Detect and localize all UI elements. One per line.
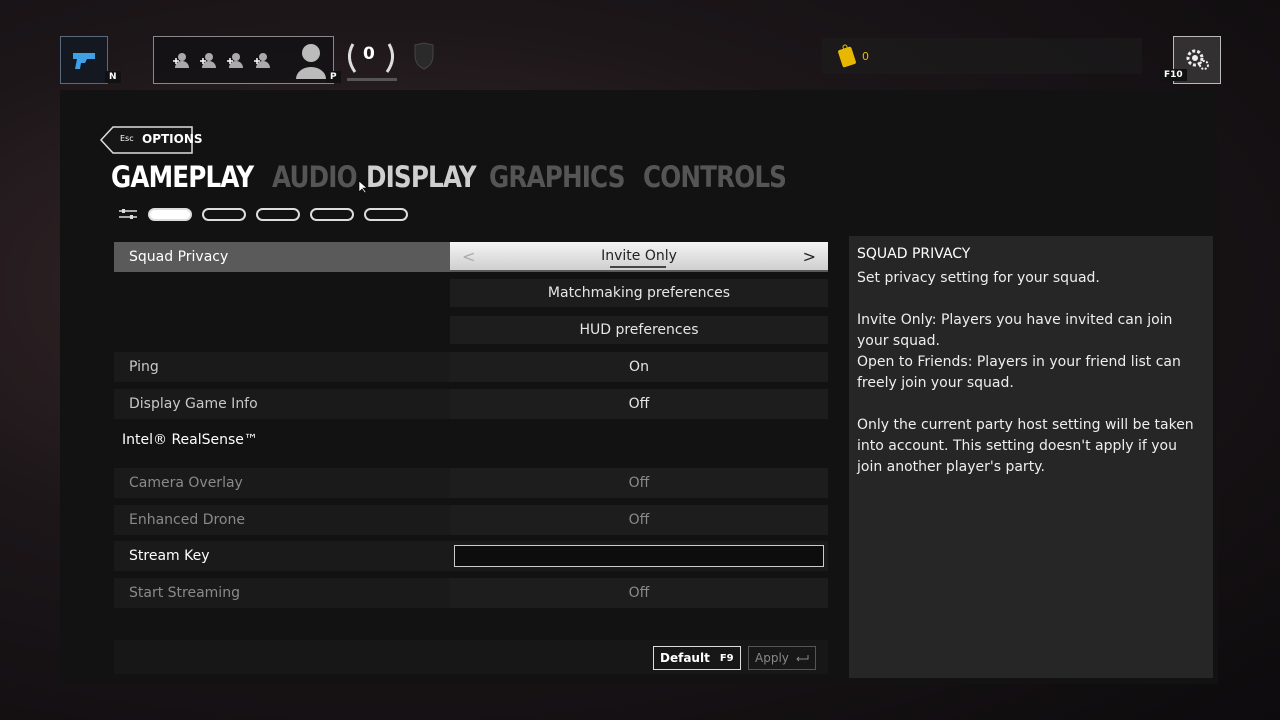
- matchmaking-button[interactable]: Matchmaking preferences: [450, 279, 828, 307]
- setting-hud[interactable]: HUD preferences: [114, 316, 828, 346]
- settings-key: F10: [1160, 69, 1187, 81]
- squad-panel[interactable]: P: [153, 36, 341, 84]
- start-streaming-value: Off: [450, 578, 828, 608]
- page-indicator[interactable]: [310, 207, 354, 221]
- stream-key-input[interactable]: [454, 545, 824, 567]
- page-indicator[interactable]: [148, 207, 192, 221]
- setting-label: Stream Key: [129, 548, 210, 564]
- tab-controls[interactable]: CONTROLS: [643, 160, 787, 194]
- back-key: Esc: [120, 134, 134, 143]
- ping-value[interactable]: On: [450, 352, 828, 382]
- add-player-icon[interactable]: [199, 51, 217, 69]
- player-avatar-icon: [296, 44, 326, 79]
- setting-label: Squad Privacy: [129, 249, 229, 265]
- realsense-section-title: Intel® RealSense™: [122, 432, 258, 448]
- tab-graphics[interactable]: GRAPHICS: [489, 160, 626, 194]
- option-indicator: [610, 266, 666, 268]
- tab-pager: [118, 207, 408, 221]
- add-player-icon[interactable]: [226, 51, 244, 69]
- default-label: Default: [660, 651, 710, 665]
- page-indicator[interactable]: [364, 207, 408, 221]
- setting-label: Ping: [129, 359, 159, 375]
- description-text: Set privacy setting for your squad. Invi…: [857, 270, 1194, 475]
- setting-label: Start Streaming: [129, 585, 240, 601]
- setting-start-streaming: Start Streaming Off: [114, 578, 828, 608]
- tab-gameplay[interactable]: GAMEPLAY: [111, 160, 254, 194]
- renown-value: 0: [862, 50, 869, 63]
- description-title: SQUAD PRIVACY: [857, 246, 971, 262]
- options-tabs: GAMEPLAY AUDIO DISPLAY GRAPHICS CONTROLS: [111, 160, 789, 194]
- description-panel: SQUAD PRIVACY Set privacy setting for yo…: [849, 236, 1213, 678]
- loadout-key: N: [105, 71, 121, 83]
- page-indicator[interactable]: [256, 207, 300, 221]
- setting-stream-key[interactable]: Stream Key: [114, 541, 828, 571]
- apply-button[interactable]: Apply: [748, 646, 816, 670]
- pistol-icon: [73, 53, 95, 69]
- squad-privacy-selector[interactable]: < Invite Only >: [450, 242, 828, 270]
- tab-display[interactable]: DISPLAY: [366, 160, 477, 194]
- squad-privacy-value: Invite Only: [601, 248, 677, 264]
- mouse-cursor-icon: [358, 180, 368, 194]
- setting-label: Enhanced Drone: [129, 512, 245, 528]
- setting-display-game-info[interactable]: Display Game Info Off: [114, 389, 828, 419]
- rank-value: 0: [363, 44, 375, 64]
- setting-matchmaking[interactable]: Matchmaking preferences: [114, 279, 828, 309]
- shield-icon: [414, 42, 434, 70]
- squad-key: P: [326, 71, 341, 83]
- hud-button[interactable]: HUD preferences: [450, 316, 828, 344]
- default-key: F9: [719, 652, 734, 664]
- add-player-icon[interactable]: [172, 51, 190, 69]
- back-options-button[interactable]: Esc OPTIONS: [99, 126, 203, 154]
- add-player-icon[interactable]: [253, 51, 271, 69]
- rank-emblem: 0: [343, 36, 399, 82]
- setting-enhanced-drone: Enhanced Drone Off: [114, 505, 828, 535]
- setting-camera-overlay: Camera Overlay Off: [114, 468, 828, 498]
- enhanced-drone-value: Off: [450, 505, 828, 535]
- back-label: OPTIONS: [142, 132, 203, 146]
- display-game-info-value[interactable]: Off: [450, 389, 828, 419]
- setting-label: Camera Overlay: [129, 475, 243, 491]
- renown-counter: 0: [822, 38, 1142, 74]
- camera-overlay-value: Off: [450, 468, 828, 498]
- tab-audio[interactable]: AUDIO: [272, 160, 358, 194]
- chevron-left-icon[interactable]: <: [462, 247, 475, 266]
- setting-squad-privacy[interactable]: Squad Privacy < Invite Only >: [114, 242, 828, 272]
- page-indicator[interactable]: [202, 207, 246, 221]
- setting-ping[interactable]: Ping On: [114, 352, 828, 382]
- default-button[interactable]: Default F9: [653, 646, 741, 670]
- loadout-button[interactable]: N: [60, 36, 121, 84]
- apply-label: Apply: [755, 651, 789, 665]
- setting-label: Display Game Info: [129, 396, 258, 412]
- chevron-right-icon[interactable]: >: [803, 247, 816, 266]
- enter-key-icon: [796, 655, 809, 662]
- renown-tag-icon: [838, 44, 856, 68]
- settings-button[interactable]: F10: [1160, 36, 1221, 84]
- sliders-icon: [119, 209, 137, 219]
